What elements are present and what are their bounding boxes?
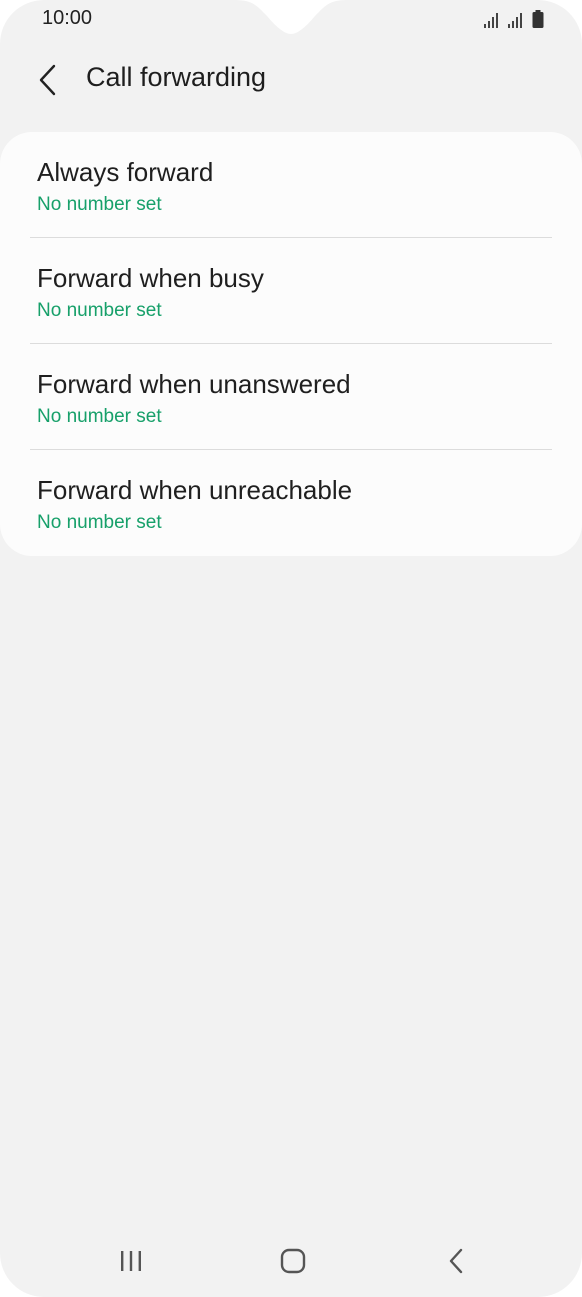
- option-title: Forward when unreachable: [37, 475, 353, 505]
- signal-icon: [508, 13, 522, 28]
- option-subtitle: No number set: [37, 300, 162, 321]
- recents-button[interactable]: [101, 1236, 161, 1286]
- back-button[interactable]: [26, 58, 70, 102]
- status-icons: [484, 8, 544, 28]
- option-subtitle: No number set: [37, 512, 162, 533]
- option-always-forward[interactable]: Always forward No number set: [30, 132, 552, 238]
- status-bar: 10:00: [0, 0, 582, 40]
- option-forward-when-unanswered[interactable]: Forward when unanswered No number set: [30, 344, 552, 450]
- app-header: Call forwarding: [0, 48, 582, 110]
- navigation-bar: [0, 1226, 582, 1296]
- option-title: Always forward: [37, 157, 214, 187]
- nav-back-button[interactable]: [426, 1236, 486, 1286]
- home-button[interactable]: [263, 1236, 323, 1286]
- option-subtitle: No number set: [37, 194, 162, 215]
- status-time: 10:00: [42, 7, 93, 29]
- option-forward-when-unreachable[interactable]: Forward when unreachable No number set: [30, 450, 552, 556]
- phone-screen: 10:00 Call forwarding Always forward No …: [0, 0, 582, 1297]
- option-subtitle: No number set: [37, 406, 162, 427]
- option-title: Forward when busy: [37, 263, 264, 293]
- option-forward-when-busy[interactable]: Forward when busy No number set: [30, 238, 552, 344]
- chevron-left-icon: [39, 64, 56, 96]
- page-title: Call forwarding: [86, 62, 267, 92]
- option-title: Forward when unanswered: [37, 369, 351, 399]
- forwarding-options-card: Always forward No number set Forward whe…: [0, 132, 582, 556]
- battery-icon: [532, 10, 544, 28]
- recents-icon: [121, 1251, 141, 1271]
- back-icon: [449, 1248, 463, 1274]
- home-icon: [280, 1248, 306, 1274]
- signal-icon: [484, 13, 498, 28]
